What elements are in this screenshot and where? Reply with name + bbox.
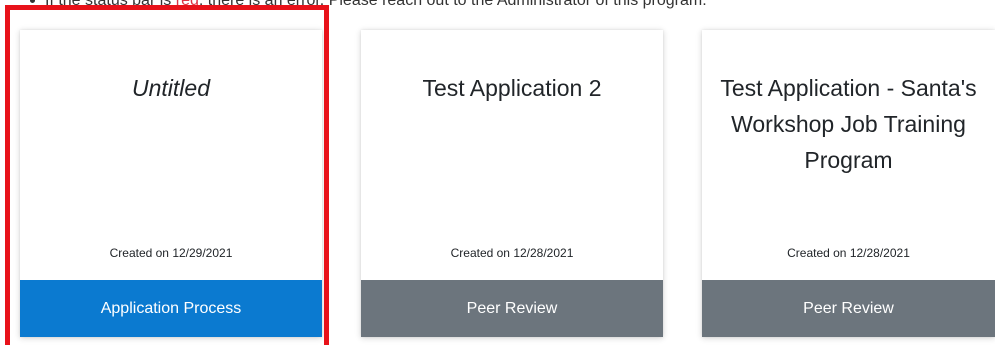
peer-review-button[interactable]: Peer Review	[361, 280, 663, 337]
status-notice: If the status bar is red, there is an er…	[30, 0, 707, 11]
notice-red-word: red	[175, 0, 199, 9]
peer-review-button[interactable]: Peer Review	[702, 280, 995, 337]
notice-prefix: If the status bar is	[45, 0, 176, 9]
created-date: Created on 12/28/2021	[450, 246, 574, 260]
created-date: Created on 12/28/2021	[787, 246, 910, 260]
application-title: Test Application - Santa's Workshop Job …	[720, 75, 977, 173]
application-card: Untitled Created on 12/29/2021 Applicati…	[20, 30, 322, 337]
bullet-icon	[30, 0, 35, 4]
application-process-button[interactable]: Application Process	[20, 280, 322, 337]
application-title: Untitled	[132, 75, 210, 101]
application-card: Test Application - Santa's Workshop Job …	[702, 30, 995, 337]
applications-page: If the status bar is red, there is an er…	[0, 0, 995, 345]
application-card: Test Application 2 Created on 12/28/2021…	[361, 30, 663, 337]
created-date: Created on 12/29/2021	[109, 246, 233, 260]
notice-suffix: , there is an error. Please reach out to…	[198, 0, 707, 9]
application-title: Test Application 2	[422, 75, 602, 101]
